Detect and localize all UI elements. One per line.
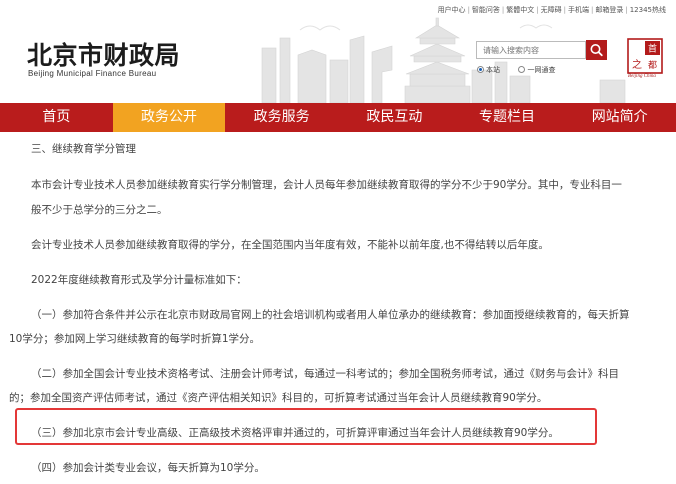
top-link-traditional-chinese[interactable]: 繁體中文	[506, 5, 534, 15]
scope-label-site: 本站	[486, 66, 500, 74]
article-body: 三、继续教育学分管理 本市会计专业技术人员参加继续教育实行学分制管理，会计人员每…	[0, 132, 676, 484]
site-header: 用户中心 | 智能问答 | 繁體中文 | 无障碍 | 手机端 | 邮箱登录 | 12345热线 北京市财…	[0, 0, 676, 103]
top-link-user-center[interactable]: 用户中心	[438, 5, 466, 15]
item2-line2: 的；参加全国资产评估师考试，通过《资产评估相关知识》科目的，可折算考试通过当年会…	[9, 392, 548, 404]
section-heading: 三、继续教育学分管理	[31, 143, 136, 155]
svg-text:之: 之	[632, 58, 642, 71]
top-link-mobile[interactable]: 手机端	[568, 5, 589, 15]
scope-label-all: 一网通查	[527, 66, 556, 74]
svg-text:都: 都	[648, 60, 657, 71]
main-navigation: 首页 政务公开 政务服务 政民互动 专题栏目 网站简介	[0, 103, 676, 132]
site-logo-title[interactable]: 北京市财政局	[27, 36, 180, 72]
top-link-hotline[interactable]: 12345热线	[630, 5, 666, 15]
search-button[interactable]	[586, 40, 607, 60]
paragraph-credit-rule-line1: 本市会计专业技术人员参加继续教育实行学分制管理，会计人员每年参加继续教育取得的学…	[31, 179, 622, 191]
site-logo-subtitle: Beijing Municipal Finance Bureau	[28, 69, 157, 78]
seal-caption: Beijing China	[628, 74, 656, 79]
item3-highlighted: （三）参加北京市会计专业高级、正高级技术资格评审并通过的，可折算评审通过当年会计…	[31, 427, 559, 439]
nav-item-services[interactable]: 政务服务	[225, 103, 338, 132]
search-scope-selector: 本站 一网通查	[477, 65, 555, 75]
nav-item-home[interactable]: 首页	[0, 103, 113, 132]
search-icon	[590, 44, 603, 57]
nav-item-interaction[interactable]: 政民互动	[338, 103, 451, 132]
nav-item-about[interactable]: 网站简介	[563, 103, 676, 132]
nav-item-government-affairs[interactable]: 政务公开	[112, 103, 226, 132]
search-input[interactable]	[476, 41, 586, 59]
svg-text:首: 首	[648, 43, 657, 55]
top-utility-links: 用户中心 | 智能问答 | 繁體中文 | 无障碍 | 手机端 | 邮箱登录 | 12345热线	[437, 5, 666, 15]
top-link-accessibility[interactable]: 无障碍	[541, 5, 562, 15]
item1-line2: 10学分；参加网上学习继续教育的每学时折算1学分。	[9, 333, 261, 345]
item4: （四）参加会计类专业会议，每天折算为10学分。	[31, 462, 265, 474]
top-link-smart-qa[interactable]: 智能问答	[472, 5, 500, 15]
paragraph-credit-rule-line2: 般不少于总学分的三分之二。	[31, 204, 168, 216]
nav-item-topics[interactable]: 专题栏目	[451, 103, 564, 132]
scope-radio-site[interactable]	[477, 66, 484, 73]
paragraph-standards-intro: 2022年度继续教育形式及学分计量标准如下：	[31, 274, 247, 286]
item1-line1: （一）参加符合条件并公示在北京市财政局官网上的社会培训机构或者用人单位承办的继续…	[31, 309, 630, 321]
item2-line1: （二）参加全国会计专业技术资格考试、注册会计师考试，每通过一科考试的；参加全国税…	[31, 368, 619, 380]
paragraph-credit-validity: 会计专业技术人员参加继续教育取得的学分，在全国范围内当年度有效，不能补以前年度,…	[31, 239, 549, 251]
top-link-mail-login[interactable]: 邮箱登录	[595, 5, 623, 15]
scope-radio-all[interactable]	[518, 66, 526, 73]
capital-seal-logo: 首 之 都	[627, 38, 663, 74]
